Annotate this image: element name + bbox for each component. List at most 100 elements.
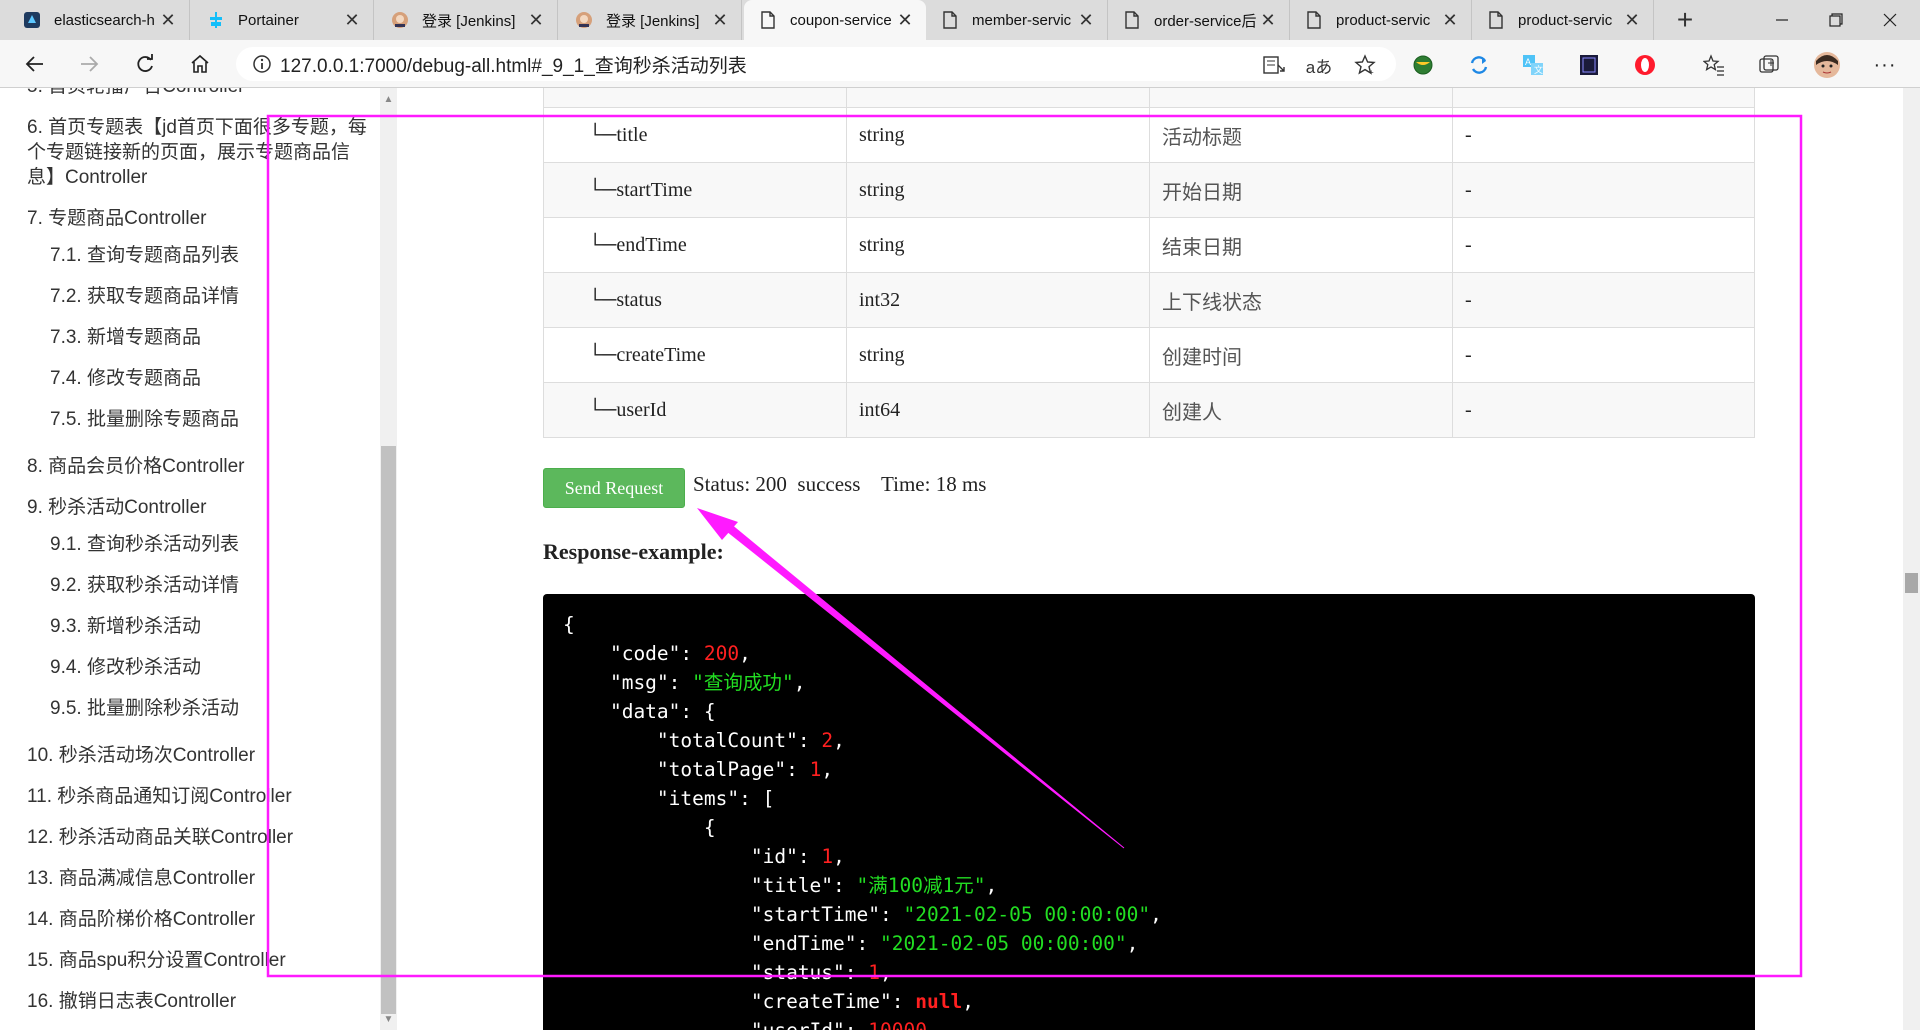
extension-sync-icon[interactable] (1464, 50, 1494, 80)
page-scroll-thumb[interactable] (1905, 573, 1918, 593)
table-row: └─title string 活动标题 - (543, 107, 1755, 163)
info-icon[interactable] (244, 54, 280, 74)
jenkins-icon (574, 10, 594, 30)
json-userid-value: 10000 (868, 1019, 927, 1030)
send-request-button[interactable]: Send Request (543, 468, 685, 508)
tab-coupon-service[interactable]: coupon-service ✕ (744, 0, 926, 40)
toc-item[interactable]: 10. 秒杀活动场次Controller (27, 743, 255, 768)
close-tab-icon[interactable]: ✕ (1075, 10, 1097, 31)
table-row: └─id int64 id (543, 88, 1755, 108)
scroll-up-arrow-icon[interactable]: ▲ (380, 92, 397, 108)
toc-subitem[interactable]: 9.4. 修改秒杀活动 (50, 655, 201, 680)
svg-text:A: A (1525, 57, 1531, 67)
tab-elasticsearch[interactable]: elasticsearch-h ✕ (8, 0, 190, 40)
close-tab-icon[interactable]: ✕ (341, 10, 363, 31)
main-content: └─id int64 id └─title string 活动标题 - └─st… (397, 88, 1903, 1030)
url-text[interactable]: 127.0.0.1:7000/debug-all.html#_9_1_查询秒杀活… (280, 51, 747, 78)
toc-item[interactable]: 9. 秒杀活动Controller (27, 495, 207, 520)
toc-subitem-active[interactable]: 9.1. 查询秒杀活动列表 (50, 532, 239, 557)
close-tab-icon[interactable]: ✕ (157, 10, 179, 31)
toc-item-continuation[interactable]: 个专题链接新的页面，展示专题商品信 (27, 140, 350, 165)
toc-item[interactable]: 15. 商品spu积分设置Controller (27, 948, 286, 973)
toc-subitem[interactable]: 9.5. 批量删除秒杀活动 (50, 696, 239, 721)
extension-dark-icon[interactable] (1574, 50, 1604, 80)
json-title-value: "满100减1元" (856, 874, 986, 897)
refresh-button[interactable] (128, 48, 162, 80)
toc-subitem[interactable]: 7.3. 新增专题商品 (50, 325, 201, 350)
page-icon (758, 10, 778, 30)
extension-opera-icon[interactable] (1630, 50, 1660, 80)
close-tab-icon[interactable]: ✕ (525, 10, 547, 31)
close-tab-icon[interactable]: ✕ (709, 10, 731, 31)
page-icon (1122, 10, 1142, 30)
profile-avatar[interactable] (1812, 50, 1842, 80)
back-button[interactable] (18, 48, 52, 80)
table-row: └─userId int64 创建人 - (543, 382, 1755, 438)
tab-product-service-2[interactable]: product-servic ✕ (1472, 0, 1654, 40)
toc-subitem[interactable]: 9.3. 新增秒杀活动 (50, 614, 201, 639)
page-icon (1304, 10, 1324, 30)
table-row: └─createTime string 创建时间 - (543, 327, 1755, 383)
toc-subitem[interactable]: 7.4. 修改专题商品 (50, 366, 201, 391)
json-starttime-value: "2021-02-05 00:00:00" (903, 903, 1151, 926)
reader-mode-icon[interactable] (1259, 50, 1289, 80)
json-totalpage-value: 1 (809, 758, 822, 781)
svg-text:+: + (1369, 68, 1374, 76)
toc-item-continuation[interactable]: 息】Controller (27, 165, 147, 190)
svg-text:文: 文 (1534, 64, 1543, 75)
close-tab-icon[interactable]: ✕ (1439, 10, 1461, 31)
more-menu-icon[interactable]: ··· (1870, 50, 1900, 80)
request-status-text: Status: 200 success Time: 18 ms (693, 472, 987, 496)
toc-item[interactable]: 12. 秒杀活动商品关联Controller (27, 825, 293, 850)
json-createtime-value: null (915, 990, 963, 1013)
browser-toolbar: 127.0.0.1:7000/debug-all.html#_9_1_查询秒杀活… (0, 40, 1920, 88)
forward-button[interactable] (72, 48, 106, 80)
toc-item[interactable]: 8. 商品会员价格Controller (27, 454, 245, 479)
toc-item[interactable]: 5. 首页轮播广告Controller (27, 88, 245, 99)
json-id-value: 1 (821, 845, 834, 868)
portainer-icon (206, 10, 226, 30)
close-tab-icon[interactable]: ✕ (1257, 10, 1279, 31)
page-scrollbar[interactable] (1903, 88, 1920, 1030)
toc-item[interactable]: 14. 商品阶梯价格Controller (27, 907, 255, 932)
toc-item[interactable]: 6. 首页专题表【jd首页下面很多专题，每 (27, 115, 367, 140)
toc-subitem[interactable]: 7.1. 查询专题商品列表 (50, 243, 239, 268)
tab-order-service[interactable]: order-service后 ✕ (1108, 0, 1290, 40)
tab-portainer[interactable]: Portainer ✕ (192, 0, 374, 40)
toc-subitem[interactable]: 7.5. 批量删除专题商品 (50, 407, 239, 432)
tab-member-service[interactable]: member-servic ✕ (926, 0, 1108, 40)
tab-jenkins-1[interactable]: 登录 [Jenkins] ✕ (376, 0, 558, 40)
favorite-star-icon[interactable]: + (1350, 50, 1380, 80)
collections-icon[interactable] (1754, 50, 1784, 80)
toc-item[interactable]: 11. 秒杀商品通知订阅Controller (27, 784, 292, 809)
json-totalcount-value: 2 (821, 729, 834, 752)
response-fields-table: └─id int64 id └─title string 活动标题 - └─st… (543, 88, 1755, 438)
favorites-icon[interactable] (1699, 50, 1729, 80)
toc-subitem[interactable]: 7.2. 获取专题商品详情 (50, 284, 239, 309)
toc-item[interactable]: 16. 撤销日志表Controller (27, 989, 236, 1014)
address-bar[interactable]: 127.0.0.1:7000/debug-all.html#_9_1_查询秒杀活… (236, 47, 1396, 81)
restore-button[interactable] (1806, 0, 1866, 40)
page-icon (940, 10, 960, 30)
scroll-down-arrow-icon[interactable]: ▼ (380, 1012, 397, 1028)
tab-jenkins-2[interactable]: 登录 [Jenkins] ✕ (560, 0, 742, 40)
home-button[interactable] (183, 48, 217, 80)
extension-globe-icon[interactable] (1408, 50, 1438, 80)
close-tab-icon[interactable]: ✕ (1621, 10, 1643, 31)
tab-strip: elasticsearch-h ✕ Portainer ✕ 登录 [Jenkin… (0, 0, 1920, 40)
table-row: └─endTime string 结束日期 - (543, 217, 1755, 273)
extension-translate-icon[interactable]: A文 (1518, 50, 1548, 80)
close-tab-icon[interactable]: ✕ (894, 10, 916, 31)
toc-item[interactable]: 7. 专题商品Controller (27, 206, 207, 231)
minimize-button[interactable] (1752, 0, 1812, 40)
sidebar-scroll-thumb[interactable] (381, 446, 396, 1014)
new-tab-button[interactable]: + (1668, 3, 1702, 37)
sidebar-toc: 5. 首页轮播广告Controller 6. 首页专题表【jd首页下面很多专题，… (0, 88, 380, 1030)
toc-item[interactable]: 13. 商品满减信息Controller (27, 866, 255, 891)
close-window-button[interactable] (1860, 0, 1920, 40)
response-example-heading: Response-example: (543, 539, 724, 564)
toc-subitem[interactable]: 9.2. 获取秒杀活动详情 (50, 573, 239, 598)
json-code-value: 200 (703, 642, 740, 665)
read-aloud-icon[interactable]: aあ (1304, 50, 1334, 80)
tab-product-service-1[interactable]: product-servic ✕ (1290, 0, 1472, 40)
